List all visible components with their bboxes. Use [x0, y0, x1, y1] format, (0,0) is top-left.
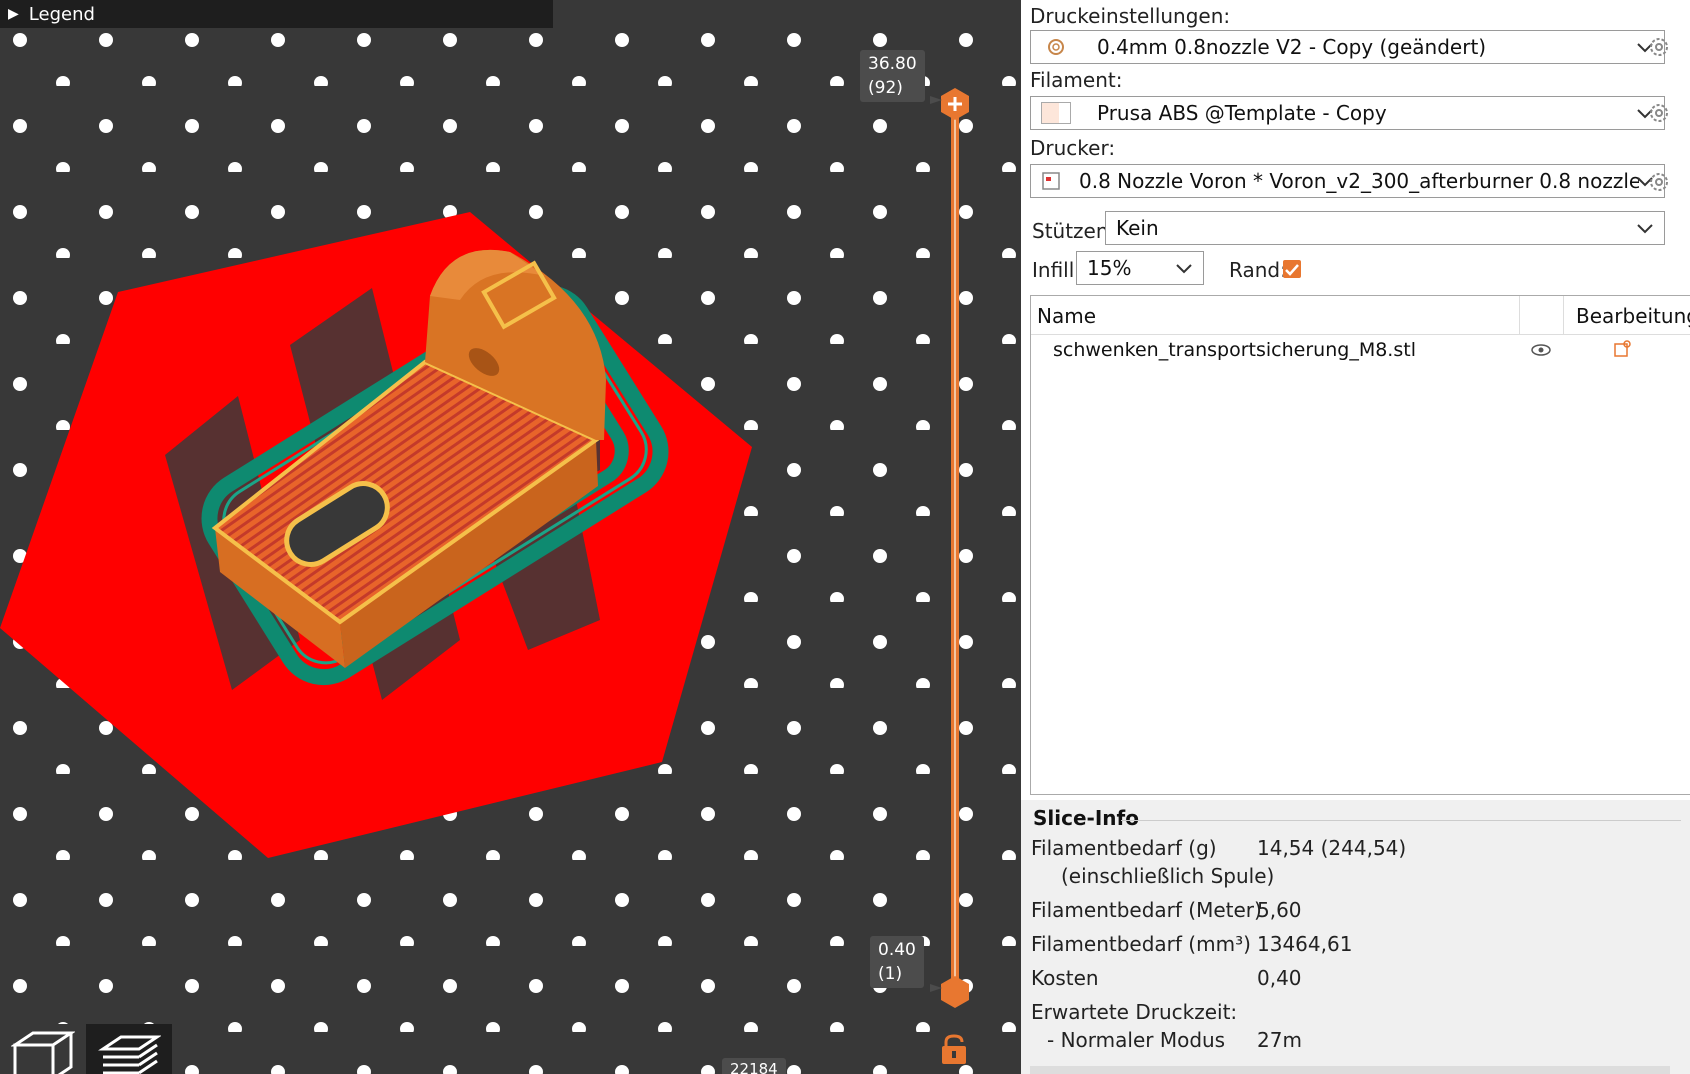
slice-info-value: 14,54 (244,54) [1257, 836, 1407, 860]
gear-icon[interactable] [1648, 171, 1670, 193]
supports-value: Kein [1116, 216, 1159, 240]
column-divider [1519, 296, 1520, 334]
slider-bottom-label: 0.40 (1) [870, 936, 924, 988]
slice-info-title: Slice-Info [1033, 806, 1139, 830]
print-settings-label: Druckeinstellungen: [1030, 4, 1231, 28]
printer-icon [1042, 172, 1060, 190]
chevron-down-icon [1637, 224, 1653, 234]
slider-top-layer: (92) [868, 78, 903, 98]
layers-icon [98, 1035, 161, 1074]
slice-info-label: Filamentbedarf (g) [1031, 836, 1217, 860]
edit-icon[interactable] [1613, 340, 1631, 358]
slice-info-value: 13464,61 [1257, 932, 1353, 956]
slice-info-value: 27m [1257, 1028, 1302, 1052]
checkmark-icon [1285, 264, 1299, 276]
chevron-down-icon [1176, 264, 1192, 274]
infill-label: Infill: [1032, 258, 1082, 282]
slider-bottom-layer: (1) [878, 964, 903, 984]
slice-info-value: 5,60 [1257, 898, 1302, 922]
slider-top-value: 36.80 [868, 54, 917, 74]
slice-info-label: Filamentbedarf (Meter) [1031, 898, 1262, 922]
print-settings-combo[interactable]: 0.4mm 0.8nozzle V2 - Copy (geändert) [1030, 30, 1665, 64]
eye-icon[interactable] [1531, 343, 1551, 357]
gear-icon[interactable] [1648, 102, 1670, 124]
filament-combo[interactable]: Prusa ABS @Template - Copy [1030, 96, 1665, 130]
slice-info-label: Kosten [1031, 966, 1099, 990]
gear-icon[interactable] [1648, 36, 1670, 58]
slice-info-label: Filamentbedarf (mm³) [1031, 932, 1251, 956]
object-list-header: Name Bearbeitung [1031, 296, 1690, 335]
legend-toggle[interactable]: ▶ Legend [0, 0, 553, 28]
3d-preview-viewport[interactable]: ▶ Legend 36.80 (92) 0.40 (1) 22184 [0, 0, 1021, 1074]
filament-color-swatch-icon [1041, 102, 1071, 124]
move-counter: 22184 [722, 1058, 786, 1074]
expand-triangle-icon: ▶ [8, 6, 19, 22]
brim-label: Rand: [1229, 258, 1287, 282]
object-name: schwenken_transportsicherung_M8.stl [1053, 339, 1416, 361]
filament-value: Prusa ABS @Template - Copy [1097, 101, 1387, 125]
infill-combo[interactable]: 15% [1076, 251, 1204, 285]
slider-bottom-value: 0.40 [878, 940, 916, 960]
column-header-edit[interactable]: Bearbeitung [1576, 304, 1690, 328]
slice-info-label: Erwartete Druckzeit: [1031, 1000, 1238, 1024]
slice-info-value: 0,40 [1257, 966, 1302, 990]
printer-label: Drucker: [1030, 136, 1116, 160]
cube-icon [11, 1031, 75, 1074]
slice-info-panel: Slice-Info Filamentbedarf (g) (einschlie… [1021, 800, 1690, 1074]
legend-label: Legend [28, 3, 95, 25]
object-list[interactable]: Name Bearbeitung schwenken_transportsich… [1030, 295, 1690, 795]
slice-info-label: - Normaler Modus [1047, 1028, 1226, 1052]
brim-checkbox[interactable] [1283, 260, 1301, 278]
supports-label: Stützen: [1032, 219, 1116, 243]
right-sidebar: Druckeinstellungen: 0.4mm 0.8nozzle V2 -… [1021, 0, 1690, 1074]
list-item[interactable]: schwenken_transportsicherung_M8.stl [1031, 334, 1690, 368]
preview-scene[interactable] [0, 0, 1021, 1074]
column-divider [1563, 296, 1564, 334]
filament-label: Filament: [1030, 68, 1123, 92]
slider-top-label: 36.80 (92) [860, 50, 925, 102]
print-settings-gear-icon [1048, 39, 1064, 55]
view-preview-tab[interactable] [86, 1024, 172, 1074]
slice-info-sublabel: (einschließlich Spule) [1061, 864, 1275, 888]
print-settings-value: 0.4mm 0.8nozzle V2 - Copy (geändert) [1097, 35, 1487, 59]
horizontal-scrollbar[interactable] [1030, 1066, 1670, 1074]
column-header-name[interactable]: Name [1037, 304, 1096, 328]
view-3d-tab[interactable] [0, 1024, 86, 1074]
printer-value: 0.8 Nozzle Voron * Voron_v2_300_afterbur… [1079, 169, 1639, 193]
divider [1121, 820, 1681, 821]
supports-combo[interactable]: Kein [1105, 211, 1665, 245]
printer-combo[interactable]: 0.8 Nozzle Voron * Voron_v2_300_afterbur… [1030, 164, 1665, 198]
infill-value: 15% [1087, 256, 1132, 280]
